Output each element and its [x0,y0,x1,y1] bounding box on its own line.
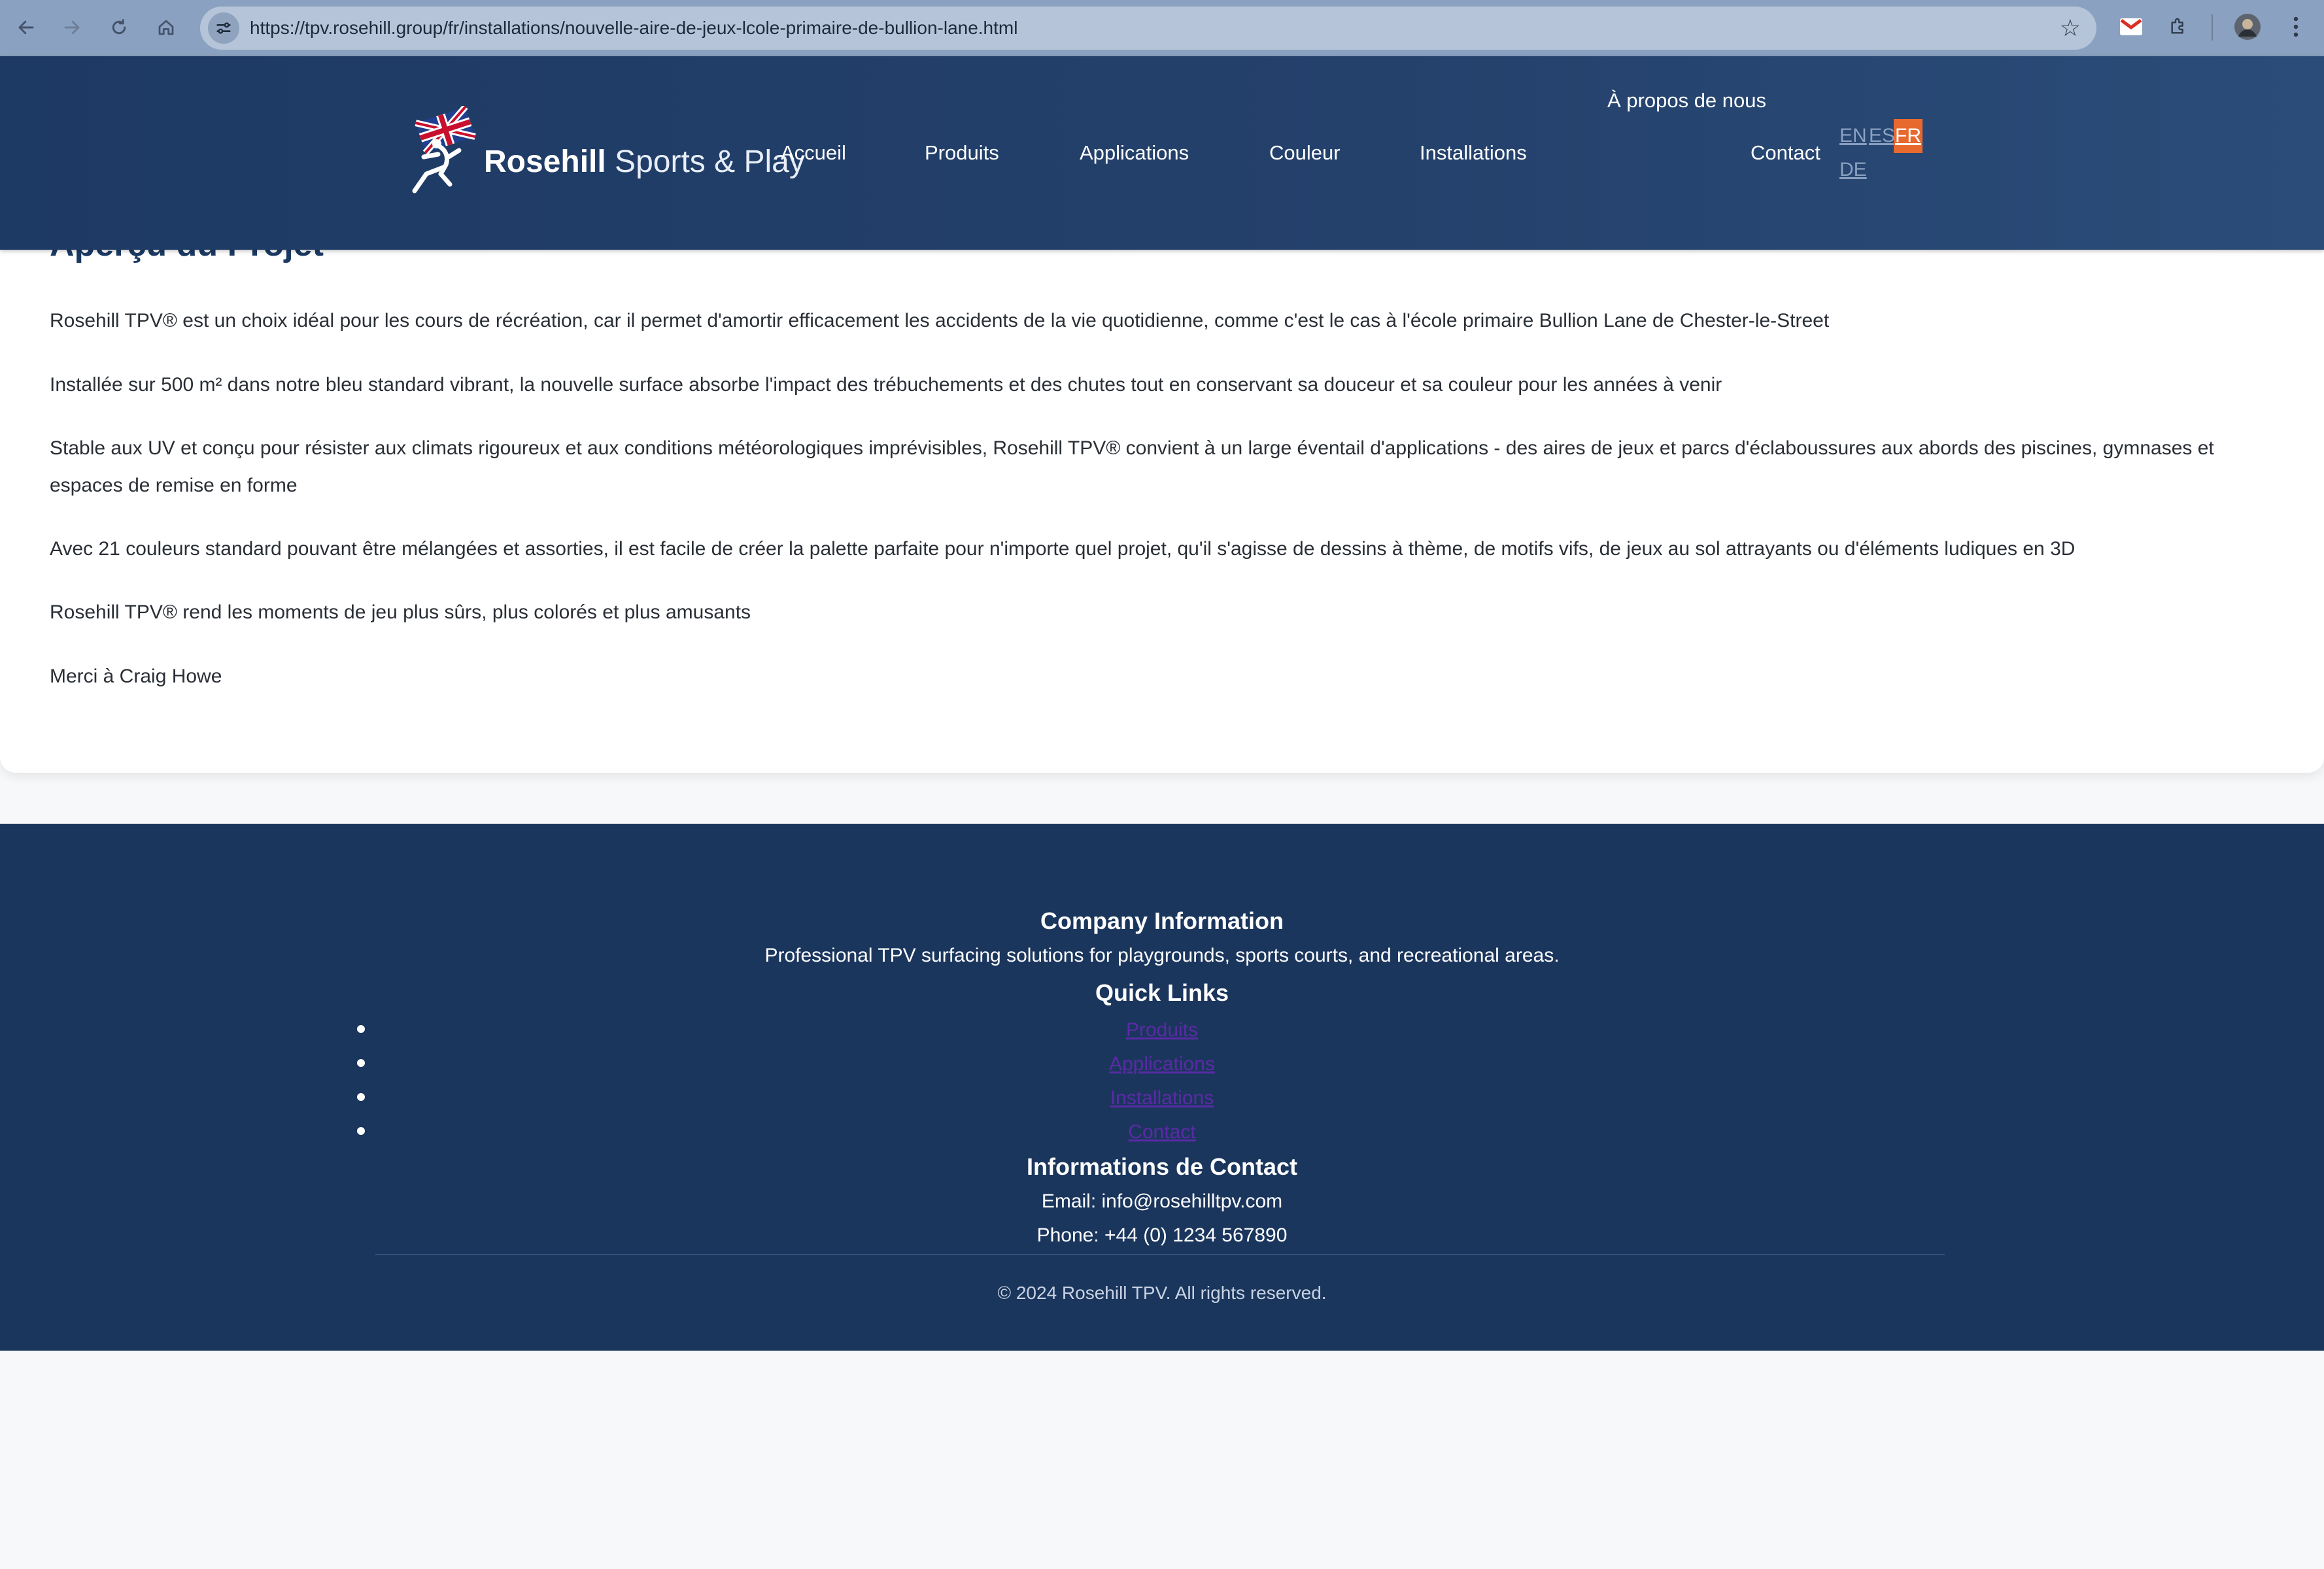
nav-installations[interactable]: Installations [1420,136,1527,170]
profile-avatar-icon[interactable] [2232,12,2263,42]
list-item: Contact [0,1115,2324,1149]
paragraph: Installée sur 500 m² dans notre bleu sta… [50,374,1722,396]
forward-icon[interactable] [54,9,90,46]
copyright: © 2024 Rosehill TPV. All rights reserved… [997,1283,1327,1303]
footer-link-produits[interactable]: Produits [0,1013,2324,1047]
paragraph: Stable aux UV et conçu pour résister aux… [50,437,2214,496]
back-icon[interactable] [8,9,44,46]
gmail-icon[interactable] [2116,12,2146,42]
extensions-icon[interactable] [2163,12,2193,42]
logo-bold-text: Rosehill [484,144,606,179]
lang-de[interactable]: DE [1839,153,1867,187]
contact-phone: Phone: +44 (0) 1234 567890 [1036,1224,1288,1246]
home-icon[interactable] [148,9,184,46]
toolbar-divider [2212,14,2213,41]
quick-links-heading: Quick Links [1095,979,1229,1006]
list-item: Produits [0,1013,2324,1047]
star-icon[interactable]: ☆ [2060,13,2081,43]
site-footer: Company Information Professional TPV sur… [0,824,2324,1351]
site-info-icon[interactable] [208,12,239,44]
list-item: Installations [0,1081,2324,1115]
lang-es[interactable]: ES [1869,119,1895,153]
lang-en[interactable]: EN [1839,119,1867,153]
nav-produits[interactable]: Produits [925,136,999,170]
nav-couleur[interactable]: Couleur [1269,136,1341,170]
footer-link-applications[interactable]: Applications [0,1047,2324,1081]
company-info-heading: Company Information [1040,907,1284,934]
list-item: Applications [0,1047,2324,1081]
company-description: Professional TPV surfacing solutions for… [764,945,1560,966]
lang-fr[interactable]: FR [1894,119,1922,153]
footer-divider [375,1254,1945,1255]
footer-link-installations[interactable]: Installations [0,1081,2324,1115]
rosehill-logo[interactable]: Rosehill Sports & Play [400,106,805,197]
menu-kebab-icon[interactable] [2281,12,2311,42]
site-header: Rosehill Sports & Play Accueil Produits … [0,56,2324,250]
reload-icon[interactable] [101,9,137,46]
project-overview-card: Aperçu du Projet Rosehill TPV® est un ch… [0,196,2324,773]
nav-contact[interactable]: Contact [1751,136,1820,170]
logo-wordmark: Rosehill Sports & Play [484,144,805,180]
url-text[interactable]: https://tpv.rosehill.group/fr/installati… [250,7,1017,50]
address-bar[interactable]: https://tpv.rosehill.group/fr/installati… [200,7,2096,50]
paragraph: Rosehill TPV® rend les moments de jeu pl… [50,601,751,623]
nav-accueil[interactable]: Accueil [781,136,846,170]
paragraph: Avec 21 couleurs standard pouvant être m… [50,538,2076,560]
nav-about[interactable]: À propos de nous [1607,84,1766,118]
union-jack-runner-icon [412,106,476,194]
logo-light-text: Sports & Play [615,144,805,179]
contact-email: Email: info@rosehilltpv.com [1041,1190,1283,1212]
contact-info-heading: Informations de Contact [1026,1153,1298,1180]
paragraph: Merci à Craig Howe [50,666,222,687]
browser-toolbar: https://tpv.rosehill.group/fr/installati… [0,0,2324,56]
footer-link-contact[interactable]: Contact [0,1115,2324,1149]
paragraph: Rosehill TPV® est un choix idéal pour le… [50,310,1830,331]
nav-applications[interactable]: Applications [1080,136,1189,170]
